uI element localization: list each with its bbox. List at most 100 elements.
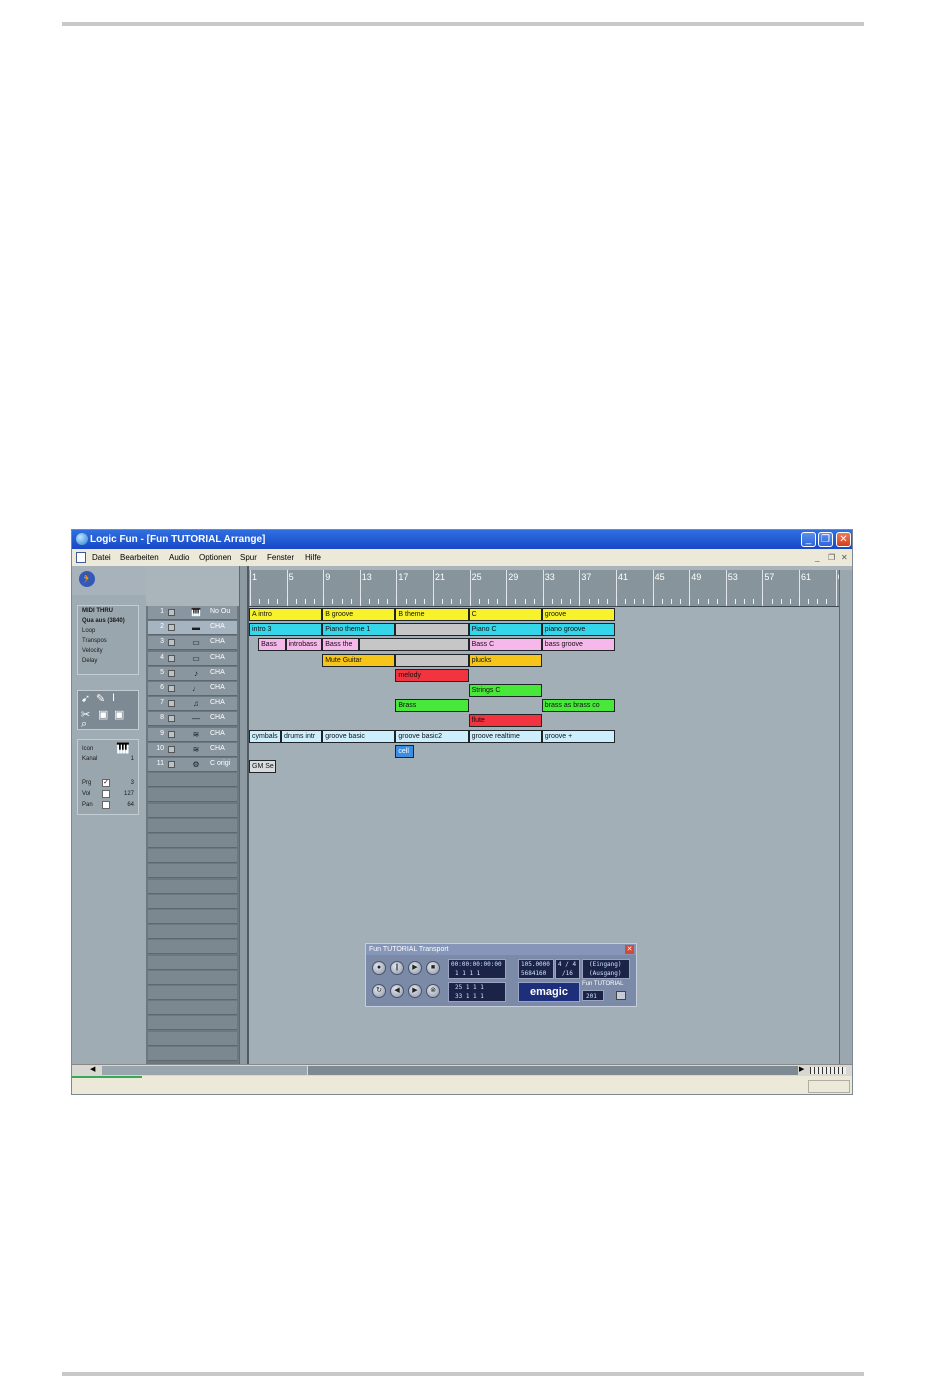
doc-minimize-button[interactable]: _ [815, 549, 819, 566]
track-row-11[interactable]: 11 ⚙ C origi [148, 758, 237, 772]
midi-region[interactable] [395, 653, 469, 667]
track-name[interactable]: CHA [210, 699, 225, 706]
track-row-9[interactable]: 9 ≋ CHA [148, 727, 237, 742]
pan-value[interactable]: 64 [127, 802, 134, 808]
menu-bearbeiten[interactable]: Bearbeiten [120, 549, 159, 566]
track-mute-button[interactable] [168, 700, 175, 708]
scroll-right-arrow-icon[interactable]: ▶ [799, 1065, 804, 1073]
midi-region[interactable]: Piano C [468, 623, 542, 637]
cycle-button[interactable]: ↻ [372, 984, 386, 998]
track-list-divider[interactable] [239, 566, 249, 1064]
midi-region[interactable]: GM Se [249, 760, 277, 773]
transport-menu-button[interactable] [616, 991, 626, 1000]
transpose-label[interactable]: Transpos [82, 638, 107, 644]
track-mute-button[interactable] [168, 654, 175, 662]
midi-region[interactable]: B groove [322, 608, 396, 621]
empty-track-row[interactable] [148, 910, 237, 924]
track-row-7[interactable]: 7 ♫ CHA [148, 697, 237, 712]
minimize-button[interactable]: _ [801, 532, 816, 547]
horizontal-scroll-track[interactable] [308, 1066, 798, 1075]
menu-datei[interactable]: Datei [92, 549, 111, 566]
track-name[interactable]: CHA [210, 638, 225, 645]
rewind-button[interactable]: ◀ [390, 984, 404, 998]
track-name[interactable]: CHA [210, 654, 225, 661]
midi-region[interactable]: groove [541, 608, 615, 621]
position-display[interactable]: 00:00:00:00:00 1 1 1 1 [448, 959, 506, 979]
midi-region[interactable]: melody [395, 668, 469, 682]
midi-region[interactable] [358, 638, 469, 652]
midi-region[interactable]: groove + [541, 729, 615, 743]
empty-track-row[interactable] [148, 803, 237, 818]
track-row-6[interactable]: 6 ♩ CHA [148, 682, 237, 696]
track-row-3[interactable]: 3 ▭ CHA [148, 636, 237, 651]
transport-close-button[interactable]: ✕ [625, 945, 634, 954]
empty-track-row[interactable] [148, 1001, 237, 1016]
track-name[interactable]: C origi [210, 760, 230, 767]
channel-value[interactable]: 1 [131, 756, 134, 762]
program-checkbox[interactable]: ✓ [102, 779, 110, 787]
empty-track-row[interactable] [148, 773, 237, 788]
midi-region[interactable]: C [468, 608, 542, 621]
play-button[interactable]: ▶ [408, 961, 422, 975]
empty-track-row[interactable] [148, 925, 237, 940]
empty-track-row[interactable] [148, 894, 237, 909]
stop-button[interactable]: ■ [426, 961, 440, 975]
scroll-left-arrow-icon[interactable]: ◀ [90, 1065, 95, 1073]
track-name[interactable]: CHA [210, 684, 225, 691]
menu-fenster[interactable]: Fenster [267, 549, 294, 566]
empty-track-row[interactable] [148, 1031, 237, 1046]
doc-restore-button[interactable]: ❐ [828, 549, 835, 566]
menu-hilfe[interactable]: Hilfe [305, 549, 321, 566]
empty-track-row[interactable] [148, 940, 237, 955]
midi-region[interactable]: A intro [249, 608, 323, 621]
menu-audio[interactable]: Audio [169, 549, 189, 566]
window-titlebar[interactable]: Logic Fun - [Fun TUTORIAL Arrange] _ ❐ ✕ [72, 530, 852, 549]
zoom-slider[interactable] [810, 1067, 846, 1074]
pan-checkbox[interactable] [102, 801, 110, 809]
pause-button[interactable]: ∥ [390, 961, 404, 975]
track-mute-button[interactable] [168, 609, 175, 616]
song-position-display[interactable]: 201 [582, 990, 604, 1001]
bar-ruler[interactable]: 159131721252933374145495357616 [249, 570, 843, 607]
menu-spur[interactable]: Spur [240, 549, 257, 566]
midi-region[interactable]: flute [468, 714, 542, 728]
empty-track-row[interactable] [148, 879, 237, 894]
track-mute-button[interactable] [168, 669, 175, 677]
midi-region[interactable]: cell [395, 744, 414, 758]
empty-track-row[interactable] [148, 1016, 237, 1031]
midi-region[interactable]: drums intr [281, 729, 323, 743]
midi-region[interactable]: introbass [285, 638, 323, 652]
track-mute-button[interactable] [168, 761, 175, 768]
track-row-2[interactable]: 2 ▬ CHA [148, 621, 237, 636]
midi-region[interactable]: Strings C [468, 684, 542, 697]
pencil-tool-icon[interactable]: ✎ [96, 692, 105, 705]
volume-value[interactable]: 127 [124, 791, 134, 797]
empty-track-row[interactable] [148, 864, 237, 879]
record-button[interactable]: ● [372, 961, 386, 975]
doc-close-button[interactable]: ✕ [841, 549, 848, 566]
track-name[interactable]: CHA [210, 669, 225, 676]
piano-icon[interactable]: 🎹 [116, 742, 130, 755]
midi-region[interactable]: groove realtime [468, 729, 542, 743]
track-mute-button[interactable] [168, 685, 175, 692]
track-row-4[interactable]: 4 ▭ CHA [148, 651, 237, 666]
empty-track-row[interactable] [148, 834, 237, 848]
midi-region[interactable]: Bass [258, 638, 286, 652]
catch-walk-icon[interactable]: 🏃 [79, 571, 95, 587]
pointer-tool-icon[interactable]: ➹ [81, 692, 90, 705]
velocity-label[interactable]: Velocity [82, 648, 103, 654]
midi-region[interactable]: B theme [395, 608, 469, 621]
empty-track-row[interactable] [148, 849, 237, 864]
close-button[interactable]: ✕ [836, 532, 851, 547]
midi-region[interactable]: Bass C [468, 638, 542, 652]
menu-optionen[interactable]: Optionen [199, 549, 231, 566]
mute-tool-icon[interactable]: ▣ [114, 708, 124, 721]
midi-region[interactable]: intro 3 [249, 623, 323, 637]
track-name[interactable]: CHA [210, 745, 225, 752]
track-mute-button[interactable] [168, 639, 175, 647]
vertical-scrollbar[interactable] [839, 570, 852, 1064]
horizontal-scroll-thumb[interactable] [102, 1066, 307, 1075]
midi-region[interactable] [395, 623, 469, 637]
locator-display[interactable]: 25 1 1 1 33 1 1 1 [448, 982, 506, 1002]
midi-region[interactable]: Piano theme 1 [322, 623, 396, 637]
